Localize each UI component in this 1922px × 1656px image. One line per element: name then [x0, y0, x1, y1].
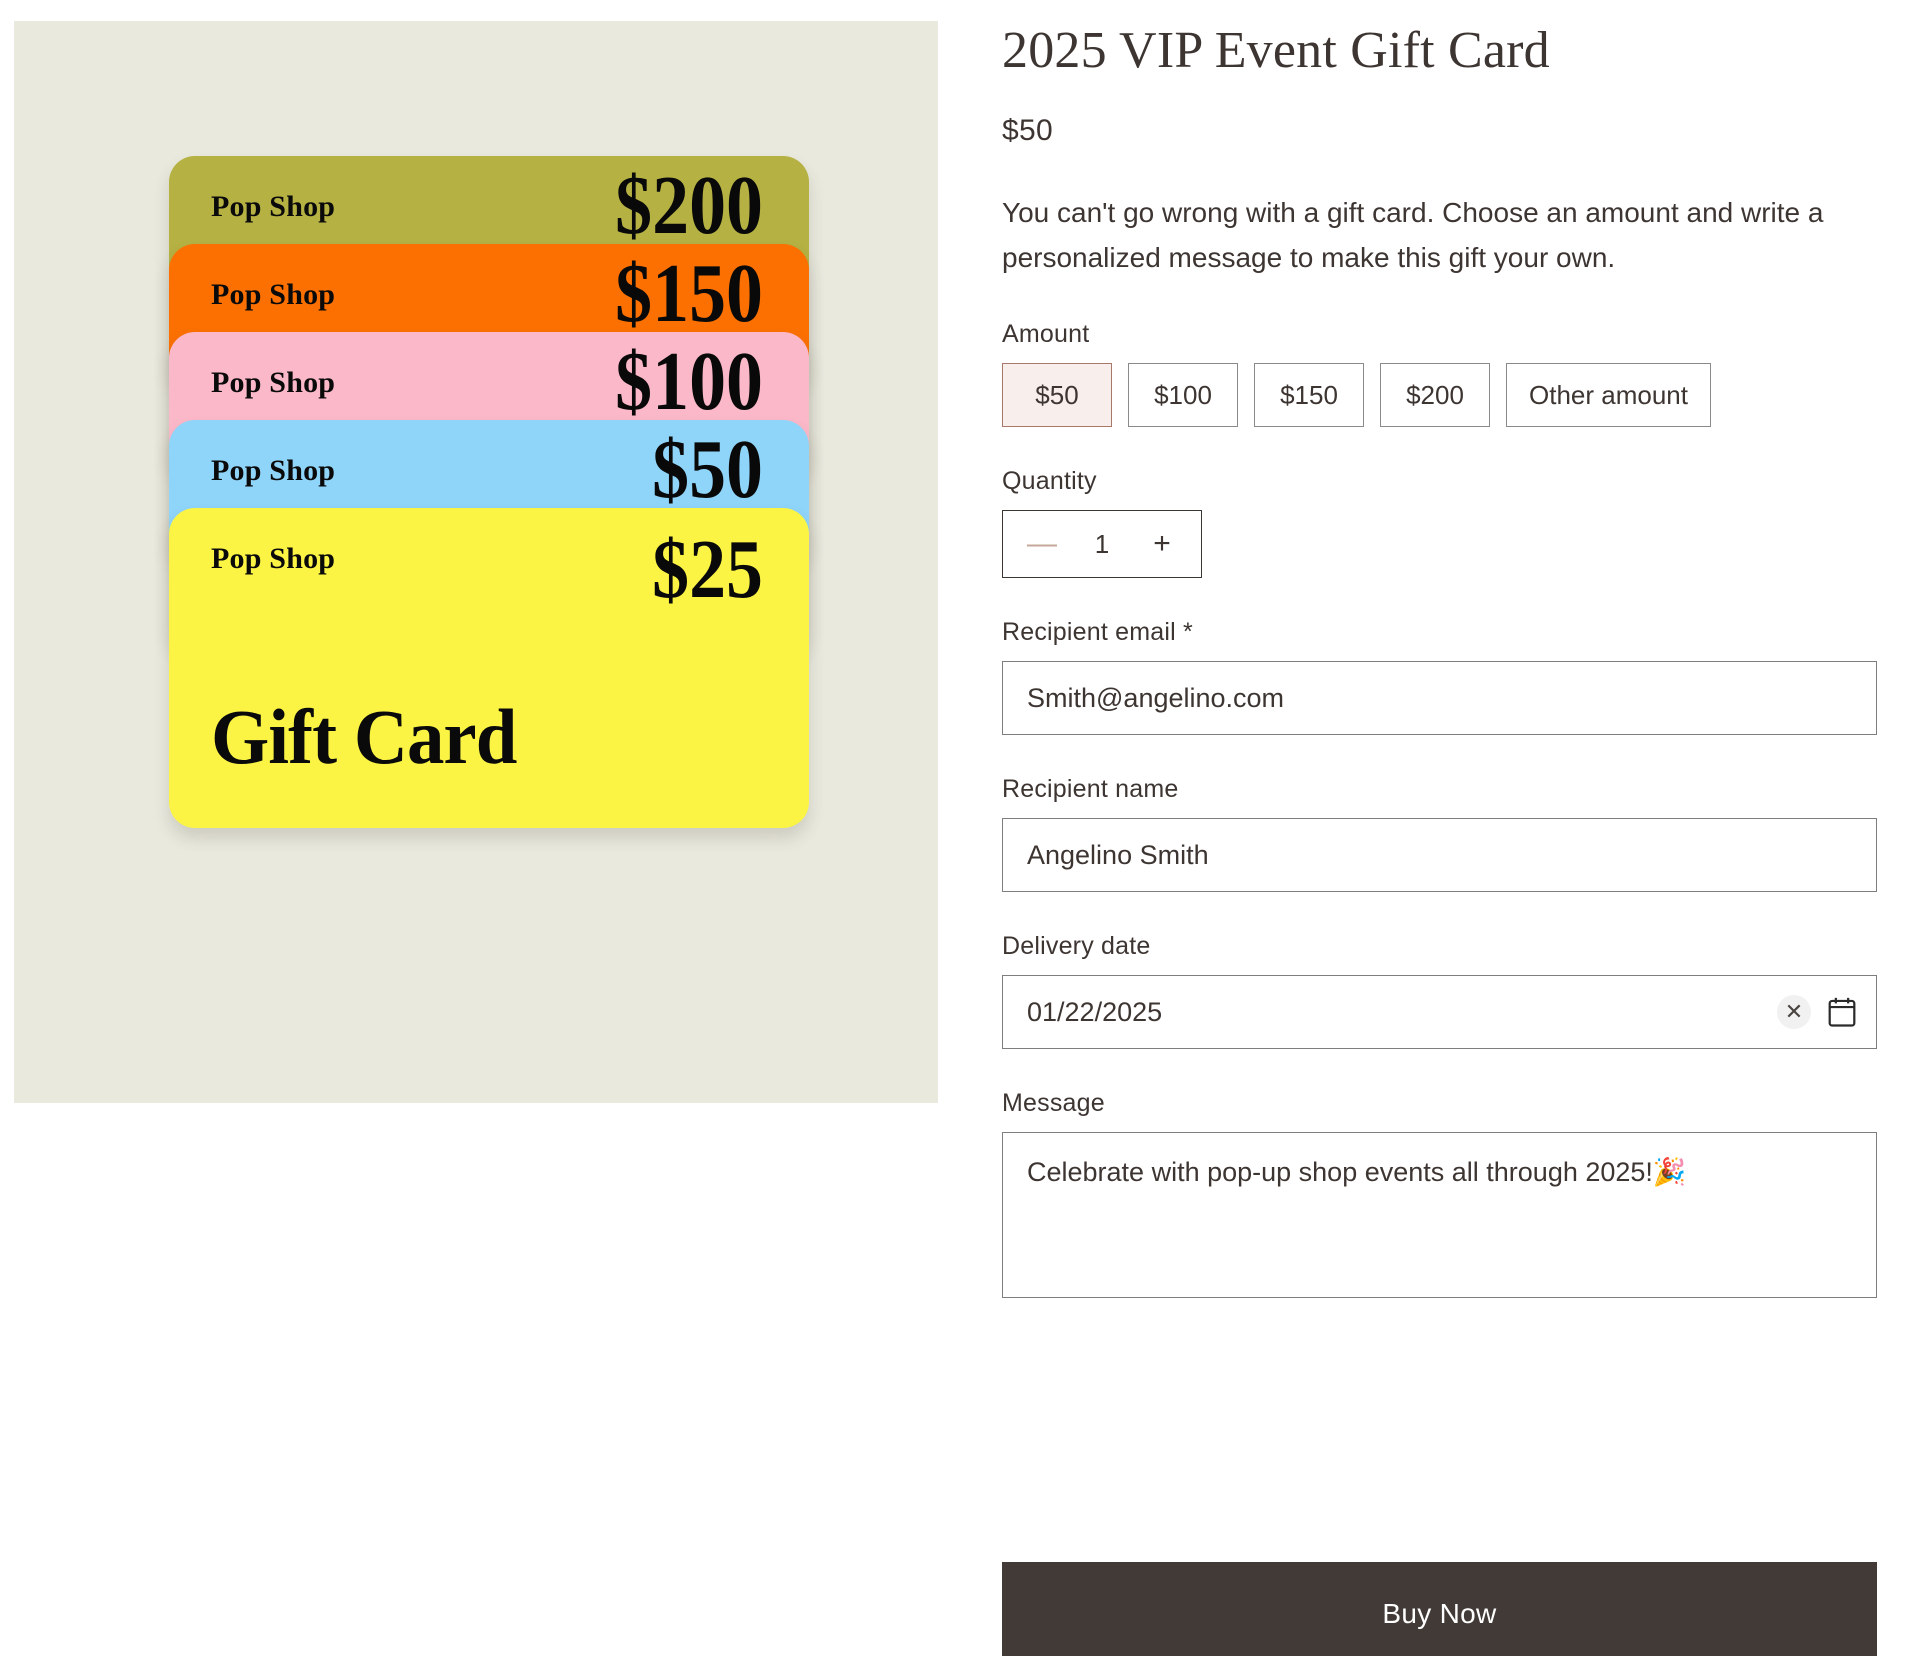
- gift-card-title: Gift Card: [211, 693, 517, 780]
- product-page: Pop Shop $200 Pop Shop $150 Pop Shop $10…: [0, 0, 1922, 1656]
- product-description: You can't go wrong with a gift card. Cho…: [1002, 197, 1824, 273]
- card-amount-label: $50: [652, 423, 763, 516]
- amount-option-100[interactable]: $100: [1128, 363, 1238, 427]
- delivery-date-label: Delivery date: [1002, 932, 1151, 960]
- message-label: Message: [1002, 1089, 1105, 1117]
- card-brand-label: Pop Shop: [211, 542, 336, 575]
- card-brand-label: Pop Shop: [211, 278, 336, 311]
- quantity-value: 1: [1094, 528, 1110, 559]
- quantity-decrease-button[interactable]: —: [1025, 529, 1059, 559]
- card-amount-label: $100: [615, 335, 763, 428]
- amount-label: Amount: [1002, 320, 1090, 348]
- message-input[interactable]: [1002, 1132, 1877, 1298]
- recipient-email-label: Recipient email *: [1002, 618, 1193, 646]
- quantity-increase-button[interactable]: +: [1145, 529, 1179, 559]
- amount-options: $50 $100 $150 $200 Other amount: [1002, 363, 1882, 427]
- calendar-icon[interactable]: [1827, 996, 1857, 1028]
- recipient-email-input[interactable]: [1002, 661, 1877, 735]
- gift-card-stack: Pop Shop $200 Pop Shop $150 Pop Shop $10…: [155, 156, 809, 836]
- amount-option-other[interactable]: Other amount: [1506, 363, 1711, 427]
- card-amount-label: $150: [615, 247, 763, 340]
- amount-option-200[interactable]: $200: [1380, 363, 1490, 427]
- delivery-date-field: ✕: [1002, 975, 1877, 1049]
- close-icon[interactable]: ✕: [1777, 995, 1811, 1029]
- purchase-form: 2025 VIP Event Gift Card $50 You can't g…: [1002, 0, 1882, 1303]
- card-amount-label: $200: [615, 159, 763, 252]
- delivery-date-input[interactable]: [1002, 975, 1877, 1049]
- product-price: $50: [1002, 114, 1053, 147]
- card-brand-label: Pop Shop: [211, 454, 336, 487]
- buy-now-button[interactable]: Buy Now: [1002, 1562, 1877, 1656]
- recipient-name-label: Recipient name: [1002, 775, 1179, 803]
- card-amount-label: $25: [652, 523, 763, 616]
- card-brand-label: Pop Shop: [211, 190, 336, 223]
- product-image-panel: Pop Shop $200 Pop Shop $150 Pop Shop $10…: [14, 21, 938, 1103]
- quantity-stepper: — 1 +: [1002, 510, 1202, 578]
- recipient-name-input[interactable]: [1002, 818, 1877, 892]
- amount-option-150[interactable]: $150: [1254, 363, 1364, 427]
- amount-option-50[interactable]: $50: [1002, 363, 1112, 427]
- page-title: 2025 VIP Event Gift Card: [1002, 22, 1550, 79]
- quantity-label: Quantity: [1002, 467, 1097, 495]
- card-brand-label: Pop Shop: [211, 366, 336, 399]
- gift-card-25: Pop Shop $25 Gift Card: [169, 508, 809, 828]
